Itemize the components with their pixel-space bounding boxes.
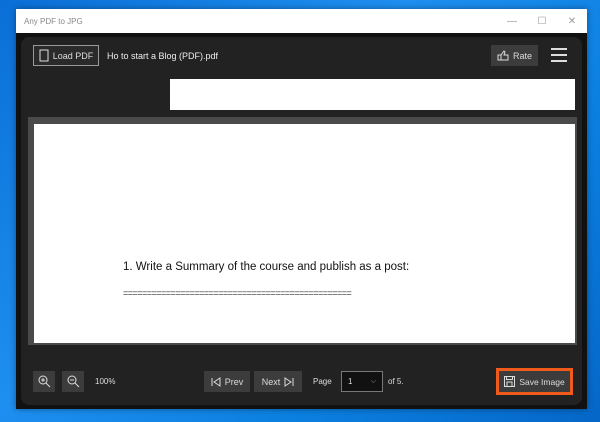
chevron-down-icon: ⌵ <box>370 377 376 385</box>
file-name: Ho to start a Blog (PDF).pdf <box>107 51 219 61</box>
page-select[interactable]: 1 ⌵ <box>341 371 383 392</box>
app-window: Any PDF to JPG — ☐ ✕ Load PDF Ho to star… <box>16 9 587 409</box>
title-bar: Any PDF to JPG — ☐ ✕ <box>16 9 587 33</box>
document-icon <box>39 49 49 62</box>
page-label: Page <box>313 377 332 386</box>
page-rule-text: ========================================… <box>123 288 352 298</box>
pdf-viewer[interactable]: 1. Write a Summary of the course and pub… <box>28 117 577 345</box>
zoom-out-button[interactable] <box>62 371 84 392</box>
page-heading: 1. Write a Summary of the course and pub… <box>123 261 410 273</box>
close-button[interactable]: ✕ <box>557 16 587 27</box>
prev-button[interactable]: Prev <box>204 371 250 392</box>
zoom-out-icon <box>67 375 79 388</box>
thumbs-up-icon <box>497 50 509 61</box>
rate-label: Rate <box>512 50 532 61</box>
page-total: of 5. <box>388 377 404 386</box>
window-title: Any PDF to JPG <box>24 16 83 26</box>
minimize-button[interactable]: — <box>497 16 527 27</box>
prev-label: Prev <box>224 376 244 387</box>
zoom-in-button[interactable] <box>33 371 55 392</box>
first-page-icon <box>211 376 221 387</box>
load-pdf-label: Load PDF <box>52 50 94 61</box>
save-image-label: Save Image <box>519 376 565 387</box>
pdf-page: 1. Write a Summary of the course and pub… <box>34 124 575 343</box>
rate-button[interactable]: Rate <box>491 45 538 66</box>
main-panel: Load PDF Ho to start a Blog (PDF).pdf Ra… <box>21 37 582 405</box>
last-page-icon <box>284 376 294 387</box>
maximize-button[interactable]: ☐ <box>527 16 557 27</box>
zoom-in-icon <box>38 375 50 388</box>
hamburger-menu-icon[interactable] <box>551 48 567 62</box>
next-button[interactable]: Next <box>254 371 302 392</box>
save-image-button[interactable]: Save Image <box>496 368 573 395</box>
ad-banner <box>170 79 575 110</box>
save-icon <box>504 376 516 387</box>
page-select-value: 1 <box>348 377 353 386</box>
next-label: Next <box>261 376 281 387</box>
load-pdf-button[interactable]: Load PDF <box>33 45 99 66</box>
zoom-level: 100% <box>95 377 116 386</box>
